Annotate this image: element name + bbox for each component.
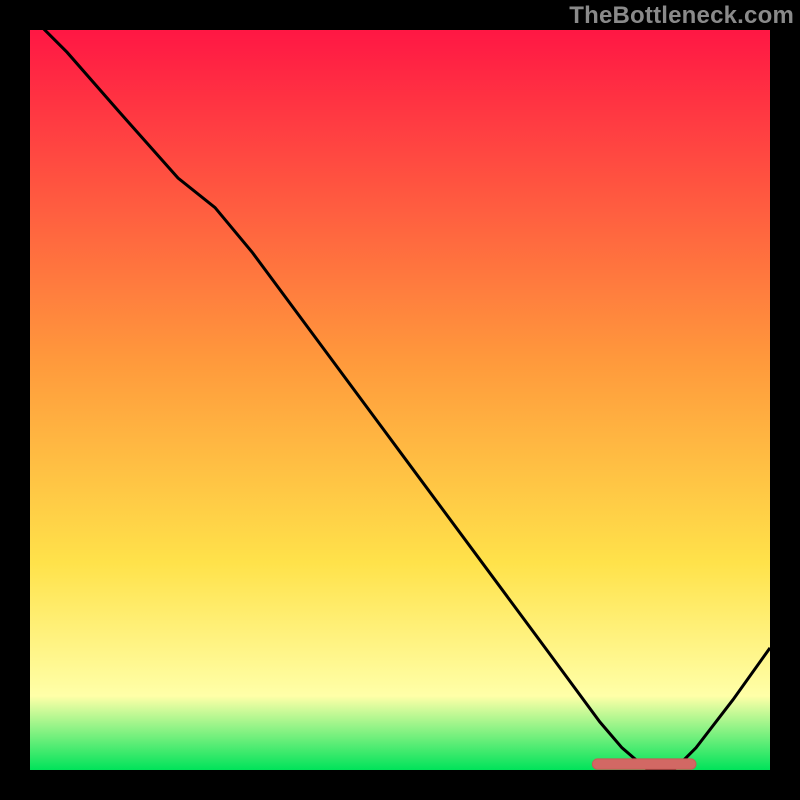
chart-frame: TheBottleneck.com	[0, 0, 800, 800]
bottleneck-chart	[0, 0, 800, 800]
optimal-marker	[592, 759, 696, 769]
heat-background	[30, 30, 770, 770]
watermark: TheBottleneck.com	[569, 2, 794, 30]
